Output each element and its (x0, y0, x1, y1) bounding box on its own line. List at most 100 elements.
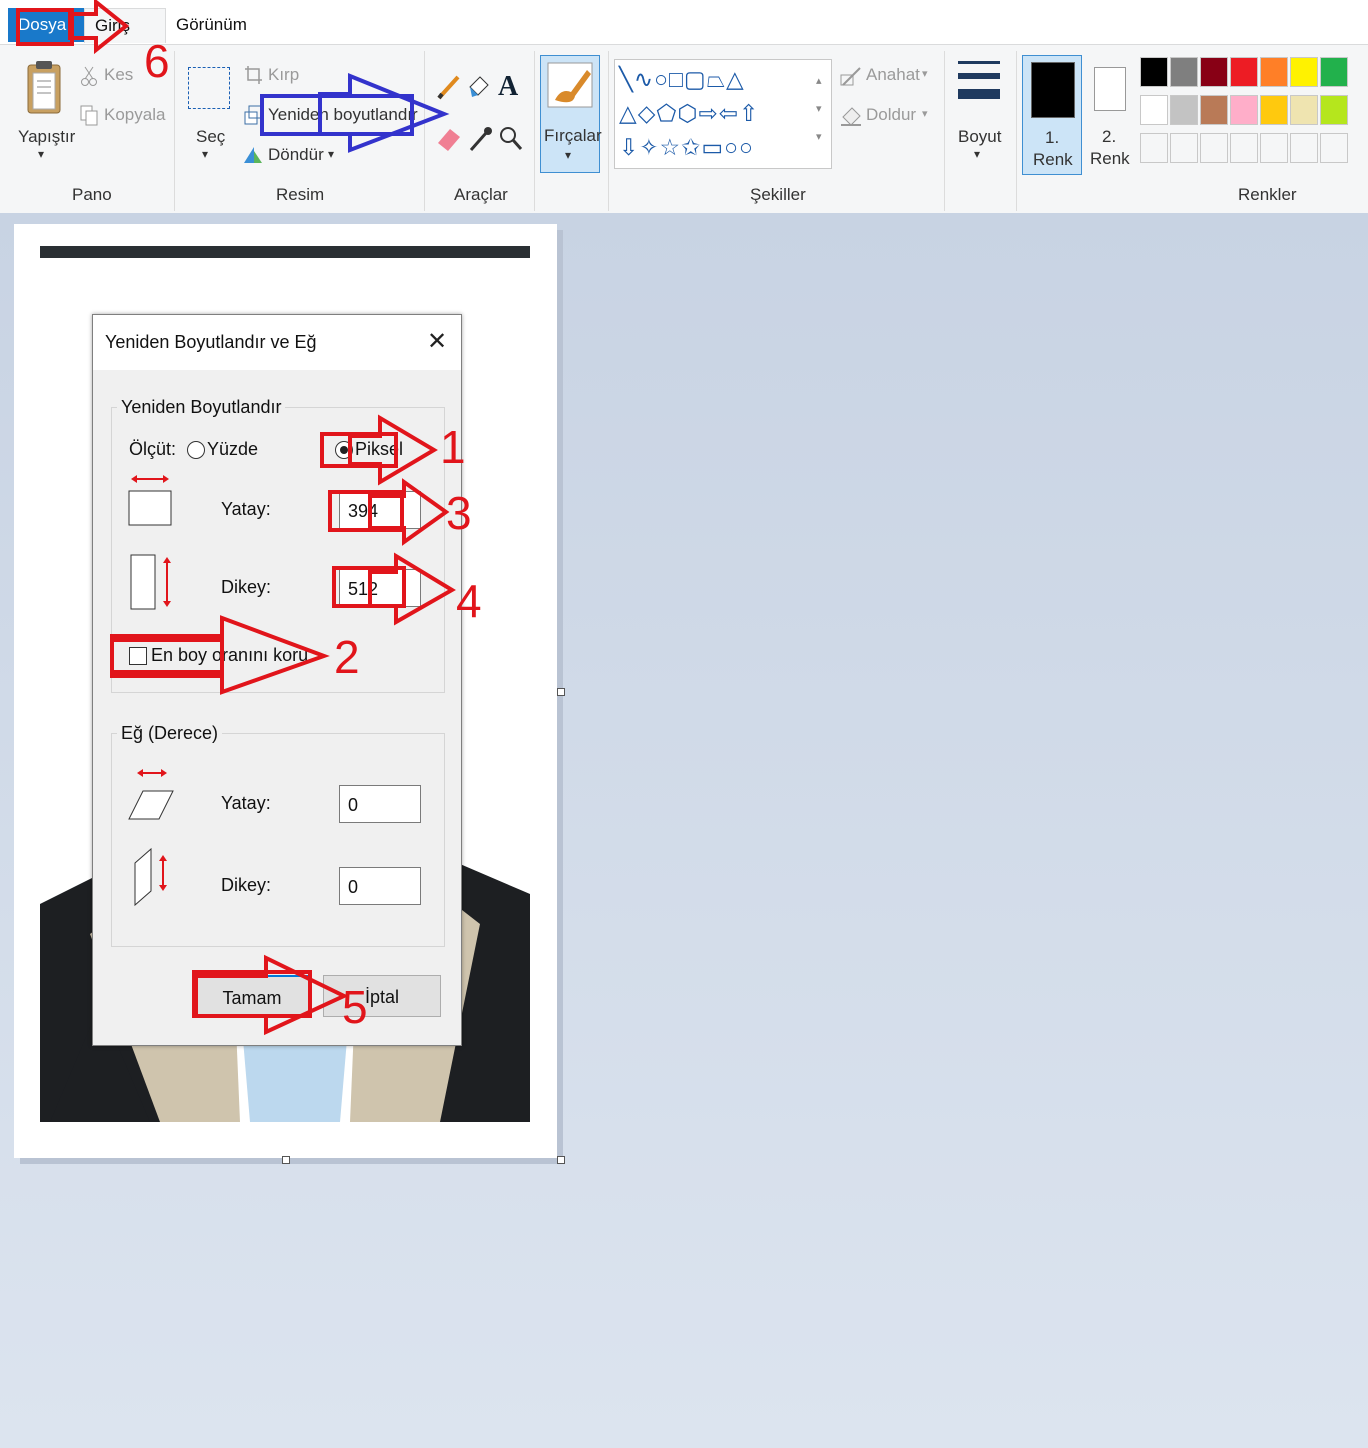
separator (534, 51, 535, 211)
resize-handle-right[interactable] (557, 688, 565, 696)
fill-dropdown-icon[interactable]: ▾ (922, 107, 928, 120)
dialog-titlebar: Yeniden Boyutlandır ve Eğ ✕ (93, 315, 461, 370)
rotate-dropdown-icon[interactable]: ▾ (328, 147, 334, 161)
select-dropdown-icon[interactable]: ▾ (202, 147, 208, 161)
group-label-colors: Renkler (1238, 185, 1297, 204)
pixels-label: Piksel (355, 439, 404, 459)
select-button[interactable]: Seç (196, 127, 225, 147)
group-label-tools: Araçlar (454, 185, 508, 204)
brushes-dropdown-icon: ▾ (565, 148, 572, 162)
magnifier-icon[interactable] (498, 125, 524, 153)
color-swatch[interactable] (1200, 95, 1228, 125)
color-swatch[interactable] (1260, 95, 1288, 125)
ok-button[interactable]: Tamam (193, 975, 311, 1017)
color-picker-icon[interactable] (468, 125, 494, 153)
skew-vertical-label: Dikey: (221, 875, 272, 895)
annotation-4: 4 (456, 575, 482, 627)
color-swatch[interactable] (1140, 95, 1168, 125)
rotate-icon (244, 147, 262, 163)
brushes-button[interactable]: Fırçalar ▾ (540, 55, 602, 173)
color-swatch[interactable] (1320, 57, 1348, 87)
horizontal-label: Yatay: (221, 499, 271, 519)
skew-group (111, 733, 445, 947)
cut-button[interactable]: Kes (104, 65, 133, 85)
copy-button[interactable]: Kopyala (104, 105, 165, 125)
brushes-label: Fırçalar (544, 126, 602, 145)
color-swatch[interactable] (1230, 95, 1258, 125)
tab-view[interactable]: Görünüm (166, 8, 257, 42)
close-icon[interactable]: ✕ (427, 327, 447, 356)
separator (944, 51, 945, 211)
annotation-5: 5 (342, 981, 368, 1033)
vertical-skew-icon (134, 847, 167, 907)
color1-button[interactable]: 1. Renk (1022, 55, 1082, 175)
percent-label: Yüzde (207, 439, 259, 459)
resize-button[interactable]: Yeniden boyutlandır (268, 105, 418, 125)
keep-ratio-checkbox[interactable] (129, 647, 147, 665)
custom-color-swatch[interactable] (1170, 133, 1198, 163)
vertical-input[interactable]: 512 (339, 569, 421, 607)
group-label-image: Resim (276, 185, 325, 204)
separator (1016, 51, 1017, 211)
separator (424, 51, 425, 211)
custom-color-swatch[interactable] (1140, 133, 1168, 163)
color-swatch[interactable] (1140, 57, 1168, 87)
paste-button[interactable]: Yapıştır (18, 127, 75, 147)
fill-button[interactable]: Doldur (866, 105, 916, 125)
skew-horizontal-input[interactable]: 0 (339, 785, 421, 823)
custom-color-swatch[interactable] (1290, 133, 1318, 163)
custom-color-swatch[interactable] (1260, 133, 1288, 163)
horizontal-input[interactable]: 394 (339, 491, 421, 529)
outline-icon (840, 67, 861, 86)
crop-icon (245, 66, 262, 84)
resize-skew-dialog: Yeniden Boyutlandır ve Eğ ✕ Yeniden Boyu… (92, 314, 462, 1046)
fill-bucket-icon[interactable] (466, 73, 492, 101)
eraser-icon[interactable] (436, 125, 462, 153)
rotate-button[interactable]: Döndür (268, 145, 324, 165)
select-icon (188, 67, 230, 109)
resize-handle-corner[interactable] (557, 1156, 565, 1164)
by-label: Ölçüt: (129, 439, 177, 459)
color-swatch[interactable] (1320, 95, 1348, 125)
color2-num: 2. (1102, 127, 1117, 146)
color-swatch[interactable] (1200, 57, 1228, 87)
custom-color-swatch[interactable] (1320, 133, 1348, 163)
fill-icon (841, 107, 861, 126)
copy-icon (80, 105, 98, 126)
skew-vertical-input[interactable]: 0 (339, 867, 421, 905)
color-swatch[interactable] (1170, 57, 1198, 87)
outline-button[interactable]: Anahat (866, 65, 920, 85)
resize-group-label: Yeniden Boyutlandır (117, 397, 286, 418)
resize-handle-bottom[interactable] (282, 1156, 290, 1164)
outline-dropdown-icon[interactable]: ▾ (922, 67, 928, 80)
tab-file[interactable]: Dosya (8, 8, 90, 42)
color2-button[interactable]: 2. Renk (1082, 55, 1136, 173)
horizontal-resize-icon (128, 475, 172, 526)
scissors-icon (81, 66, 97, 86)
color-swatch[interactable] (1230, 57, 1258, 87)
size-dropdown-icon[interactable]: ▾ (974, 147, 980, 161)
shapes-scroll-icon[interactable]: ▴ ▾ ▾ (816, 67, 822, 151)
color-swatch[interactable] (1290, 95, 1318, 125)
skew-group-label: Eğ (Derece) (117, 723, 223, 744)
paste-dropdown-icon[interactable]: ▾ (38, 147, 44, 161)
size-button[interactable]: Boyut (958, 127, 1001, 147)
color1-num: 1. (1045, 128, 1060, 147)
percent-radio[interactable] (187, 441, 205, 459)
separator (174, 51, 175, 211)
pencil-icon[interactable] (436, 73, 462, 101)
shapes-icons[interactable]: ╲∿○□▢⏢△ △◇⬠⬡⇨⇦⇧ ⇩✧☆✩▭○○ (619, 62, 759, 164)
shapes-gallery[interactable]: ╲∿○□▢⏢△ △◇⬠⬡⇨⇦⇧ ⇩✧☆✩▭○○ (614, 59, 832, 169)
crop-button[interactable]: Kırp (268, 65, 299, 85)
color-swatch[interactable] (1170, 95, 1198, 125)
skew-horizontal-label: Yatay: (221, 793, 271, 813)
cancel-button[interactable]: İptal (323, 975, 441, 1017)
pixels-radio[interactable] (335, 441, 353, 459)
custom-color-swatch[interactable] (1230, 133, 1258, 163)
vertical-label: Dikey: (221, 577, 272, 597)
custom-color-swatch[interactable] (1200, 133, 1228, 163)
color-swatch[interactable] (1290, 57, 1318, 87)
ribbon: Yapıştır ▾ Kes Kopyala Pano Seç ▾ Kırp Y… (0, 44, 1368, 214)
text-tool-icon[interactable]: A (498, 71, 518, 103)
color-swatch[interactable] (1260, 57, 1288, 87)
